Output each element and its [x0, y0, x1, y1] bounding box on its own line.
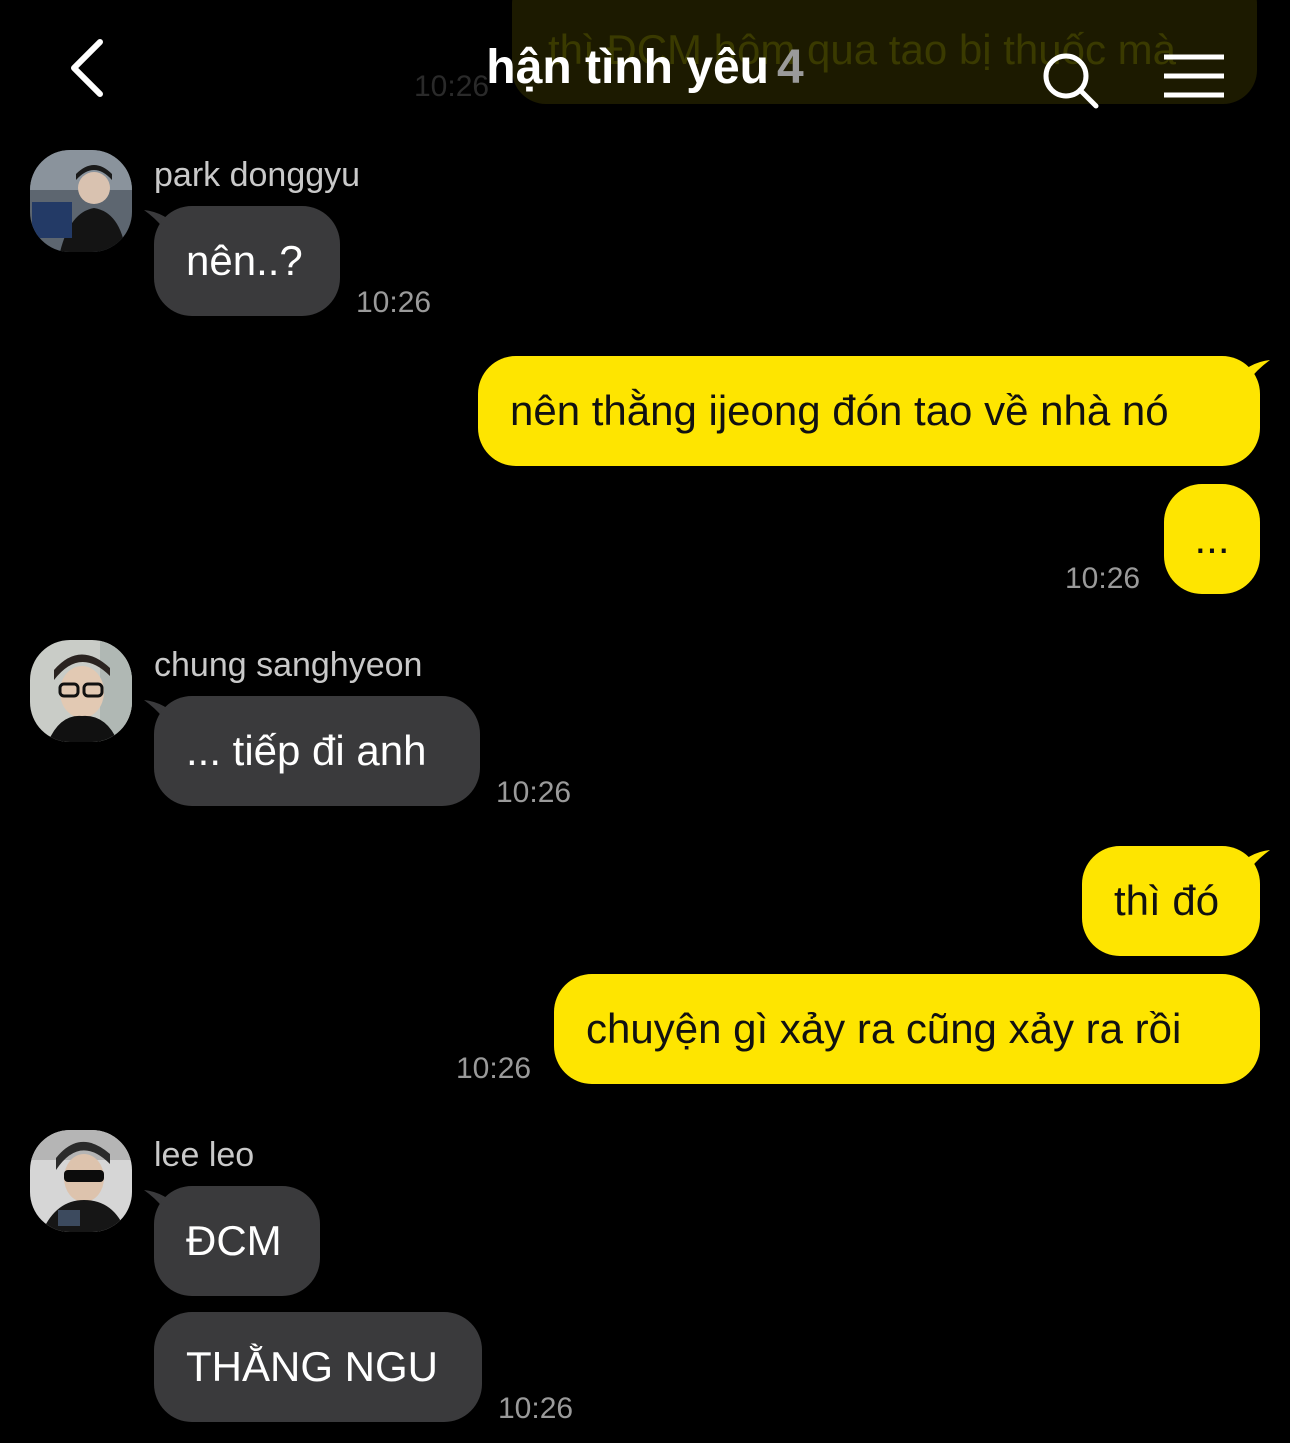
avatar-lee-leo[interactable]: [30, 1130, 132, 1232]
message-bubble-incoming[interactable]: THẰNG NGU: [154, 1312, 482, 1422]
sender-name: park donggyu: [154, 156, 361, 194]
avatar-park-donggyu[interactable]: [30, 150, 132, 252]
chat-name: hận tình yêu: [486, 41, 769, 94]
message-bubble-incoming[interactable]: ... tiếp đi anh: [154, 696, 480, 806]
message-time: 10:26: [456, 1052, 532, 1085]
menu-button[interactable]: [1162, 52, 1226, 102]
hamburger-menu-icon: [1164, 54, 1224, 98]
search-button[interactable]: [1040, 50, 1100, 110]
message-bubble-outgoing[interactable]: ...: [1164, 484, 1260, 594]
avatar-photo: [30, 640, 132, 742]
member-count: 4: [776, 41, 804, 94]
sender-name: lee leo: [154, 1136, 255, 1174]
message-bubble-incoming[interactable]: nên..?: [154, 206, 340, 316]
message-time: 10:26: [498, 1392, 574, 1425]
avatar-chung-sanghyeon[interactable]: [30, 640, 132, 742]
message-time: 10:26: [496, 776, 572, 809]
chat-header: hận tình yêu 4: [0, 0, 1290, 130]
message-bubble-outgoing[interactable]: chuyện gì xảy ra cũng xảy ra rồi: [554, 974, 1260, 1084]
avatar-photo: [30, 1130, 132, 1232]
message-time: 10:26: [1065, 562, 1141, 595]
message-bubble-outgoing[interactable]: nên thằng ijeong đón tao về nhà nó: [478, 356, 1260, 466]
message-bubble-incoming[interactable]: ĐCM: [154, 1186, 320, 1296]
search-icon: [1043, 53, 1099, 109]
sender-name: chung sanghyeon: [154, 646, 423, 684]
message-time: 10:26: [356, 286, 432, 319]
message-bubble-outgoing[interactable]: thì đó: [1082, 846, 1260, 956]
avatar-photo: [30, 150, 132, 252]
